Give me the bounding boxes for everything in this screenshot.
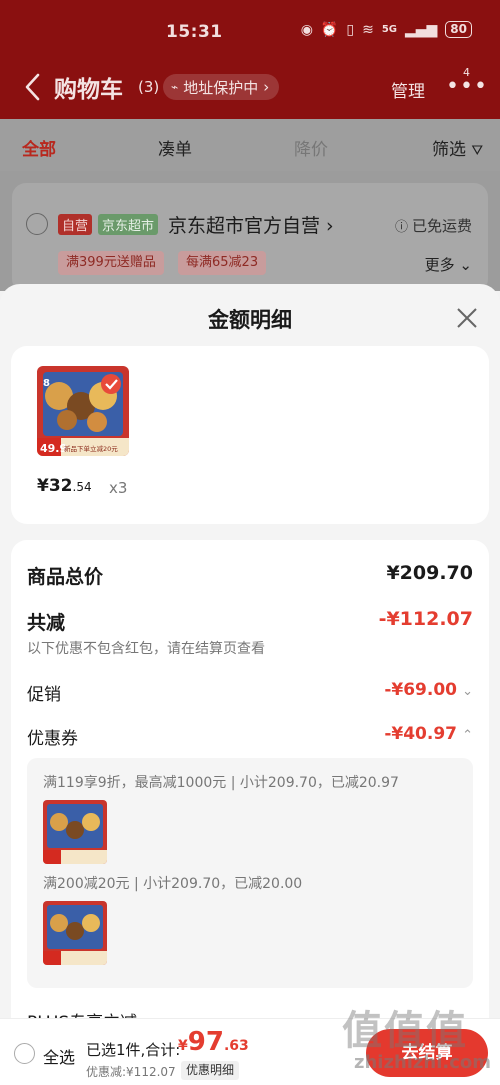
amount-detail-sheet: 金额明细 49.9 新品下单立减20元 8 ¥32.54 x3 商品总价 ¥20…: [0, 284, 500, 1085]
promo-value: -¥69.00: [384, 680, 457, 700]
shield-icon: ⌁: [171, 80, 179, 94]
product-image[interactable]: 49.9 新品下单立减20元 8: [37, 366, 129, 456]
product-price-main: ¥32: [37, 476, 73, 496]
eye-icon: ◉: [300, 21, 313, 38]
watermark-logo: 值值值: [342, 1008, 468, 1054]
alarm-icon: ⏰: [320, 21, 339, 38]
total-value: ¥209.70: [386, 562, 473, 584]
cart-count: (3): [138, 78, 160, 96]
address-protect-label: 地址保护中: [183, 78, 259, 97]
product-card: 49.9 新品下单立减20元 8 ¥32.54 x3: [11, 346, 489, 524]
product-image-caption: 新品下单立减20元: [64, 444, 118, 453]
status-bar-icons: ◉ ⏰ ▯ ≋ 5G ▂▄▆ 80: [301, 21, 472, 38]
header: 15:31 ◉ ⏰ ▯ ≋ 5G ▂▄▆ 80 购物车 (3) ⌁ 地址保护中 …: [0, 0, 500, 119]
selected-summary: 已选1件,合计:: [86, 1041, 181, 1059]
store-card: 自营 京东超市 京东超市官方自营 › ⓘ 已免运费 满399元送赠品 每满65减…: [12, 183, 488, 293]
self-operated-tag: 自营: [58, 214, 93, 235]
tab-combine[interactable]: 凑单: [158, 135, 192, 160]
coupon-label: 优惠券: [27, 729, 78, 749]
store-more-label: 更多: [424, 256, 455, 274]
address-protect-pill[interactable]: ⌁ 地址保护中 ›: [163, 74, 280, 100]
reduce-label: 共减: [27, 612, 66, 634]
total-decimal: .63: [223, 1038, 249, 1054]
chevron-down-icon: ⌄: [459, 256, 472, 274]
coupon-line: 满119享9折，最高减1000元 | 小计209.70，已减20.97: [43, 775, 399, 791]
product-quantity: x3: [109, 479, 128, 497]
tab-all[interactable]: 全部: [22, 135, 56, 160]
store-name-label: 京东超市官方自营: [168, 215, 321, 237]
total-integer: 97: [187, 1027, 224, 1057]
chevron-up-icon: ⌃: [462, 728, 473, 743]
network-label: 5G: [381, 24, 397, 35]
coupon-product-image: [43, 901, 107, 965]
tab-price-drop[interactable]: 降价: [294, 135, 328, 160]
free-shipping-label: 已免运费: [411, 217, 472, 235]
message-badge: 4: [463, 66, 470, 79]
coupon-value: -¥40.97: [384, 724, 457, 744]
manage-button[interactable]: 管理: [391, 77, 425, 102]
coupon-line: 满200减20元 | 小计209.70，已减20.00: [43, 876, 303, 892]
promo-tag[interactable]: 每满65减23: [178, 251, 267, 275]
store-more-button[interactable]: 更多 ⌄: [425, 254, 472, 275]
chevron-right-icon: ›: [263, 78, 270, 96]
total-label: 商品总价: [27, 566, 104, 588]
chevron-right-icon: ›: [320, 215, 334, 237]
wifi-icon: ≋: [362, 21, 374, 38]
promo-value-wrap: -¥69.00 ⌄: [384, 680, 473, 700]
product-price-decimal: .54: [72, 480, 92, 494]
battery-icon: 80: [445, 21, 472, 38]
store-select-radio[interactable]: [26, 213, 48, 235]
discount-detail-button[interactable]: 优惠明细: [181, 1061, 240, 1080]
back-arrow-icon[interactable]: [24, 72, 42, 102]
total-amount: ¥97.63: [178, 1027, 249, 1057]
close-icon[interactable]: [455, 306, 479, 330]
tab-filter-label: 筛选: [432, 140, 466, 160]
tab-filter[interactable]: 筛选 ⛛: [432, 135, 483, 160]
vibrate-icon: ▯: [346, 21, 355, 38]
promo-tag[interactable]: 满399元送赠品: [58, 251, 164, 275]
coupon-value-wrap: -¥40.97 ⌃: [384, 724, 473, 744]
product-price: ¥32.54: [37, 476, 92, 496]
store-name[interactable]: 京东超市官方自营 ›: [168, 211, 334, 238]
watermark-url: zhizhizhi.com: [354, 1052, 492, 1073]
reduce-value: -¥112.07: [378, 608, 473, 630]
info-icon: ⓘ: [394, 220, 408, 235]
page-title: 购物车: [54, 77, 123, 103]
jd-market-tag: 京东超市: [98, 214, 159, 235]
coupon-product-image: [43, 800, 107, 864]
reduce-note: 以下优惠不包含红包，请在结算页查看: [27, 641, 265, 657]
total-currency: ¥: [178, 1038, 188, 1054]
select-all-radio[interactable]: [14, 1043, 35, 1064]
chevron-down-icon: ⌄: [462, 684, 473, 699]
coupon-detail-box: 满119享9折，最高减1000元 | 小计209.70，已减20.97 满200…: [27, 758, 473, 988]
sheet-title: 金额明细: [208, 308, 292, 332]
select-all-label[interactable]: 全选: [43, 1044, 75, 1068]
free-shipping: ⓘ 已免运费: [395, 215, 472, 236]
status-time: 15:31: [166, 22, 223, 42]
discount-total: 优惠减:¥112.07: [86, 1065, 176, 1079]
product-image-badge: 8: [43, 378, 50, 389]
signal-icon: ▂▄▆: [404, 21, 438, 38]
filter-tabs: 全部 凑单 降价 筛选 ⛛: [0, 119, 500, 171]
promo-label: 促销: [27, 685, 61, 705]
filter-icon: ⛛: [471, 143, 484, 159]
